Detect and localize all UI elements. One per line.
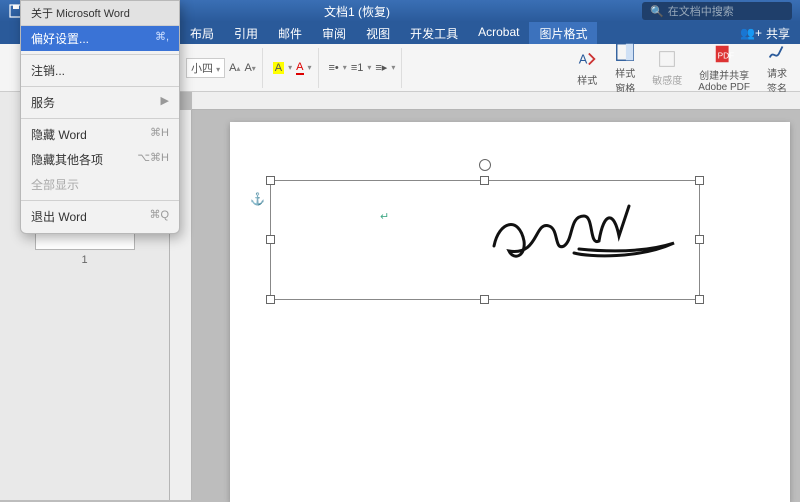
tab-review[interactable]: 审阅 — [312, 22, 356, 44]
menu-item: 全部显示 — [21, 172, 179, 197]
menu-item-shortcut: ⌥⌘H — [137, 151, 169, 168]
submenu-arrow-icon: ▶ — [161, 94, 169, 111]
resize-handle-tm[interactable] — [480, 176, 489, 185]
share-label: 共享 — [766, 25, 790, 42]
search-placeholder: 在文档中搜索 — [668, 3, 734, 19]
menu-item[interactable]: 隐藏其他各项 ⌥⌘H — [21, 147, 179, 172]
menu-item-label: 退出 Word — [31, 208, 87, 225]
search-input[interactable]: 🔍 在文档中搜索 — [642, 2, 792, 20]
tab-developer[interactable]: 开发工具 — [400, 22, 468, 44]
tab-acrobat[interactable]: Acrobat — [468, 22, 529, 44]
styles-pane-icon — [614, 41, 636, 63]
styles-button[interactable]: A 样式 — [570, 47, 604, 89]
request-sign-button[interactable]: 请求 签名 — [760, 47, 794, 89]
resize-handle-mr[interactable] — [695, 235, 704, 244]
menu-item-label: 偏好设置... — [31, 30, 89, 47]
sensitivity-button[interactable]: 敏感度 — [646, 47, 688, 89]
resize-handle-tl[interactable] — [266, 176, 275, 185]
document-canvas[interactable]: ⚓ ↵ — [170, 92, 800, 500]
menu-item-label: 注销... — [31, 62, 65, 79]
menu-item-shortcut: ⌘H — [150, 126, 169, 143]
adobe-pdf-button[interactable]: PDF 创建并共享 Adobe PDF — [692, 47, 756, 89]
anchor-icon: ⚓ — [250, 192, 265, 206]
resize-handle-br[interactable] — [695, 295, 704, 304]
tab-mailings[interactable]: 邮件 — [268, 22, 312, 44]
thumbnail-page-number: 1 — [8, 254, 161, 266]
font-size-select[interactable]: 小四 ▾ — [186, 58, 225, 78]
menu-item-label: 服务 — [31, 94, 55, 111]
search-icon: 🔍 — [650, 5, 664, 18]
tab-layout[interactable]: 布局 — [180, 22, 224, 44]
menu-item-label: 隐藏其他各项 — [31, 151, 103, 168]
menu-item[interactable]: 服务 ▶ — [21, 90, 179, 115]
font-color-icon[interactable]: A — [296, 61, 303, 75]
styles-icon: A — [576, 48, 598, 70]
menu-item[interactable]: 隐藏 Word ⌘H — [21, 122, 179, 147]
menu-item[interactable]: 偏好设置... ⌘, — [21, 26, 179, 51]
page[interactable]: ⚓ ↵ — [230, 122, 790, 502]
sensitivity-icon — [656, 48, 678, 70]
tab-references[interactable]: 引用 — [224, 22, 268, 44]
horizontal-ruler[interactable] — [192, 92, 800, 110]
resize-handle-bm[interactable] — [480, 295, 489, 304]
tab-picture-format[interactable]: 图片格式 — [529, 22, 597, 44]
signature-image[interactable] — [479, 191, 679, 286]
resize-handle-ml[interactable] — [266, 235, 275, 244]
menu-item-shortcut: ⌘Q — [149, 208, 169, 225]
resize-handle-tr[interactable] — [695, 176, 704, 185]
share-icon: 👥+ — [740, 26, 762, 40]
menu-item[interactable]: 退出 Word ⌘Q — [21, 204, 179, 229]
adobe-pdf-icon: PDF — [713, 43, 735, 65]
menu-separator — [21, 118, 179, 119]
multilevel-icon[interactable]: ≡▸ — [375, 61, 387, 74]
app-menu[interactable]: 关于 Microsoft Word 偏好设置... ⌘, 注销... 服务 ▶ 隐藏 Wo… — [20, 0, 180, 234]
bullets-icon[interactable]: ≡• — [329, 62, 339, 74]
increase-font-icon[interactable]: A▴ — [229, 62, 240, 74]
menu-item-shortcut: ⌘, — [155, 30, 169, 47]
resize-handle-bl[interactable] — [266, 295, 275, 304]
menu-separator — [21, 200, 179, 201]
styles-pane-button[interactable]: 样式 窗格 — [608, 47, 642, 89]
menu-item-label: 隐藏 Word — [31, 126, 87, 143]
menu-item-label: 全部显示 — [31, 176, 79, 193]
rotate-handle[interactable] — [479, 159, 491, 171]
svg-text:PDF: PDF — [718, 51, 735, 60]
sign-icon — [766, 41, 788, 63]
svg-text:A: A — [579, 52, 588, 67]
picture-selection[interactable] — [270, 180, 700, 300]
menu-separator — [21, 54, 179, 55]
tab-view[interactable]: 视图 — [356, 22, 400, 44]
app-menu-title: 关于 Microsoft Word — [21, 1, 179, 26]
menu-item[interactable]: 注销... — [21, 58, 179, 83]
menu-separator — [21, 86, 179, 87]
numbering-icon[interactable]: ≡1 — [351, 62, 364, 74]
highlight-icon[interactable]: A — [273, 62, 284, 74]
decrease-font-icon[interactable]: A▾ — [244, 62, 255, 74]
